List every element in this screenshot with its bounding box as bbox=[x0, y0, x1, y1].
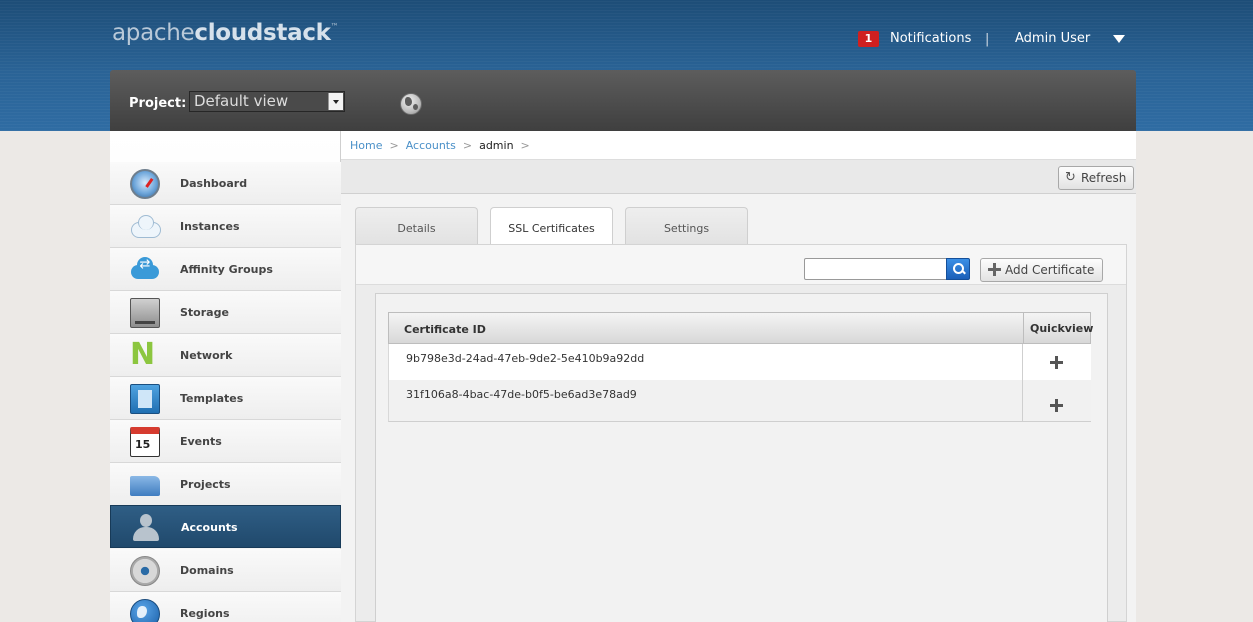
quickview-plus-icon[interactable] bbox=[1050, 399, 1063, 412]
tab-ssl-certificates[interactable]: SSL Certificates bbox=[490, 207, 613, 246]
sidebar-item-label: Storage bbox=[180, 306, 229, 319]
certificate-id-cell: 9b798e3d-24ad-47eb-9de2-5e410b9a92dd bbox=[406, 352, 645, 365]
globe-icon bbox=[130, 599, 160, 622]
logo-text-light: apache bbox=[112, 20, 195, 46]
sidebar-item-accounts[interactable]: Accounts bbox=[110, 505, 341, 548]
sidebar-item-label: Affinity Groups bbox=[180, 263, 273, 276]
panel-action-bar: Add Certificate bbox=[356, 245, 1126, 285]
user-menu[interactable]: Admin User bbox=[1015, 31, 1090, 46]
project-bar: Project: Default view bbox=[110, 70, 1136, 131]
domains-icon bbox=[130, 556, 160, 586]
notifications-link[interactable]: Notifications bbox=[890, 31, 971, 46]
dashboard-icon bbox=[130, 169, 160, 199]
user-icon bbox=[131, 513, 161, 543]
logo-text-bold: cloudstack bbox=[194, 20, 331, 46]
list-view: Certificate ID Quickview 9b798e3d-24ad-4… bbox=[375, 293, 1108, 622]
header-separator: | bbox=[985, 32, 990, 47]
breadcrumb-separator: > bbox=[389, 139, 399, 152]
storage-icon bbox=[130, 298, 160, 328]
sidebar-item-label: Dashboard bbox=[180, 177, 248, 190]
quickview-cell bbox=[1022, 380, 1092, 421]
column-header-quickview: Quickview bbox=[1023, 313, 1093, 343]
add-certificate-label: Add Certificate bbox=[1005, 263, 1095, 277]
sidebar-item-instances[interactable]: Instances bbox=[110, 205, 341, 248]
sidebar-item-label: Accounts bbox=[181, 521, 238, 534]
certificate-id-cell: 31f106a8-4bac-47de-b0f5-be6ad3e78ad9 bbox=[406, 388, 637, 401]
app-logo[interactable]: apachecloudstack™ bbox=[112, 20, 339, 46]
sidebar-item-projects[interactable]: Projects bbox=[110, 463, 341, 506]
sidebar-item-templates[interactable]: Templates bbox=[110, 377, 341, 420]
refresh-button-label: Refresh bbox=[1081, 171, 1127, 185]
tab-details[interactable]: Details bbox=[355, 207, 478, 245]
sidebar-item-label: Instances bbox=[180, 220, 240, 233]
sidebar-item-label: Projects bbox=[180, 478, 231, 491]
templates-icon bbox=[130, 384, 160, 414]
project-select[interactable]: Default view bbox=[189, 91, 345, 112]
sidebar-item-label: Domains bbox=[180, 564, 234, 577]
cloud-icon bbox=[130, 212, 161, 242]
sidebar-item-network[interactable]: Network bbox=[110, 334, 341, 377]
breadcrumb-current[interactable]: admin bbox=[479, 139, 513, 152]
sidebar-item-label: Regions bbox=[180, 607, 230, 620]
sidebar-item-storage[interactable]: Storage bbox=[110, 291, 341, 334]
refresh-button[interactable]: ↻ Refresh bbox=[1058, 166, 1134, 190]
breadcrumb-separator: > bbox=[462, 139, 473, 152]
table-row[interactable]: 9b798e3d-24ad-47eb-9de2-5e410b9a92dd bbox=[388, 344, 1091, 380]
network-icon bbox=[130, 337, 160, 372]
sidebar-item-domains[interactable]: Domains bbox=[110, 549, 341, 592]
region-globe-icon[interactable] bbox=[400, 93, 422, 115]
toolbar: ↻ Refresh bbox=[341, 160, 1136, 194]
table-row[interactable]: 31f106a8-4bac-47de-b0f5-be6ad3e78ad9 bbox=[388, 380, 1091, 422]
project-select-value: Default view bbox=[194, 92, 289, 110]
quickview-plus-icon[interactable] bbox=[1050, 356, 1063, 369]
quickview-cell bbox=[1022, 344, 1092, 380]
sidebar-item-events[interactable]: Events bbox=[110, 420, 341, 463]
certificates-table: Certificate ID Quickview 9b798e3d-24ad-4… bbox=[388, 312, 1093, 422]
breadcrumb: Home > Accounts > admin > bbox=[341, 131, 1136, 160]
refresh-icon: ↻ bbox=[1065, 170, 1076, 185]
affinity-cloud-icon bbox=[130, 255, 160, 285]
breadcrumb-accounts[interactable]: Accounts bbox=[406, 139, 456, 152]
breadcrumb-separator: > bbox=[520, 139, 530, 152]
sidebar-item-label: Templates bbox=[180, 392, 244, 405]
folder-icon bbox=[130, 476, 160, 496]
search-icon[interactable] bbox=[946, 258, 970, 280]
calendar-icon bbox=[130, 427, 160, 457]
breadcrumb-home[interactable]: Home bbox=[350, 139, 382, 152]
sidebar: Dashboard Instances Affinity Groups Stor… bbox=[110, 131, 341, 622]
sidebar-item-dashboard[interactable]: Dashboard bbox=[110, 162, 341, 205]
add-certificate-button[interactable]: Add Certificate bbox=[980, 258, 1103, 282]
project-label: Project: bbox=[129, 96, 187, 111]
table-header: Certificate ID Quickview bbox=[388, 312, 1093, 344]
main-content: Home > Accounts > admin > ↻ Refresh Details S… bbox=[341, 131, 1136, 622]
plus-icon bbox=[988, 263, 1001, 276]
sidebar-item-regions[interactable]: Regions bbox=[110, 592, 341, 622]
tab-settings[interactable]: Settings bbox=[625, 207, 748, 245]
search-input[interactable] bbox=[804, 258, 948, 280]
select-arrow-icon[interactable] bbox=[328, 93, 343, 110]
sidebar-item-affinity-groups[interactable]: Affinity Groups bbox=[110, 248, 341, 291]
ssl-certificates-panel: Add Certificate Certificate ID Quickview… bbox=[355, 244, 1127, 622]
sidebar-item-label: Events bbox=[180, 435, 222, 448]
user-menu-caret-icon[interactable] bbox=[1113, 35, 1125, 43]
sidebar-item-label: Network bbox=[180, 349, 233, 362]
notification-count-badge[interactable]: 1 bbox=[858, 31, 879, 47]
column-header-certificate-id[interactable]: Certificate ID bbox=[404, 323, 486, 336]
logo-trademark: ™ bbox=[330, 22, 339, 31]
